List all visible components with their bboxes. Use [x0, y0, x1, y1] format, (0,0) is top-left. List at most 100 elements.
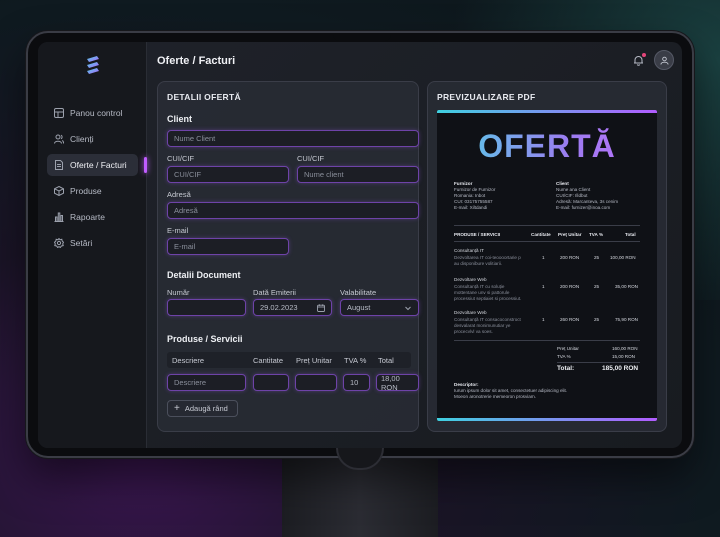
row-total: 75,90 RON: [615, 317, 638, 322]
row-desc: Consultanță IT cu soluție: [454, 284, 505, 289]
sidebar-item-settings[interactable]: Setări: [47, 232, 138, 254]
section-client: Client: [167, 114, 193, 124]
app-logo-icon: [87, 56, 99, 74]
pdf-column-header: PRODUSE / SERVICII: [454, 232, 501, 237]
cui-input[interactable]: CUI/CIF: [167, 166, 289, 183]
total-label: Total:: [557, 365, 575, 372]
sidebar: Panou control Clienți Oferte / Facturi P…: [38, 42, 147, 448]
panel-title: PREVIZUALIZARE PDF: [437, 92, 536, 102]
total-value: 185,00 RON: [602, 365, 639, 372]
camera-notch: [333, 33, 391, 41]
row-name: Dezvoltare Web: [454, 310, 487, 315]
row-qty: 1: [542, 284, 545, 289]
row-vat: 25: [594, 284, 600, 289]
supplier-line: E-mail: Xiltdandi: [454, 205, 488, 210]
column-header: Cantitate: [253, 356, 284, 365]
address-label: Adresă: [167, 190, 191, 199]
row-desc: Consultanță IT consacoconstroct: [454, 317, 521, 322]
row-price: 200 RON: [560, 255, 580, 260]
date-label: Dată Emiterii: [253, 288, 296, 297]
row-total-input[interactable]: 18,00 RON: [376, 374, 419, 392]
calendar-icon[interactable]: [317, 304, 325, 312]
description-block: Descriptor: Iurum ipsum dolor sit amet, …: [454, 382, 567, 400]
sidebar-item-label: Clienți: [70, 134, 94, 144]
sidebar-item-dashboard[interactable]: Panou control: [47, 102, 138, 124]
pdf-preview-panel: PREVIZUALIZARE PDF OFERTĂ Furnizor Furni…: [427, 81, 667, 432]
description-label: Descriptor:: [454, 382, 479, 387]
supplier-label: Furnizor: [454, 181, 473, 186]
pdf-column-header: TVA %: [589, 232, 604, 237]
pdf-document: OFERTĂ Furnizor Furnizor de Furnizor Rom…: [437, 110, 657, 421]
section-document: Detalii Document: [167, 270, 241, 280]
row-desc: au disponibure volitiarii.: [454, 261, 503, 266]
sidebar-item-clients[interactable]: Clienți: [47, 128, 138, 150]
bar-chart-icon: [54, 212, 64, 222]
row-qty: 1: [542, 317, 545, 322]
description-line: Iurum ipsum dolor sit amet, consectetuer…: [454, 388, 568, 393]
supplier-line: Romania: Inbot: [454, 193, 486, 198]
column-header: Preț Unitar: [296, 356, 332, 365]
client-name-input-2[interactable]: Nume client: [297, 166, 419, 183]
supplier-line: CUI: 03175755587: [454, 199, 493, 204]
row-desc: mottentane unv si pattorule: [454, 290, 510, 295]
pdf-bottom-accent: [437, 418, 657, 421]
column-header: Descriere: [172, 356, 205, 365]
sidebar-item-label: Setări: [70, 238, 93, 248]
summary-label: TVA %: [557, 354, 571, 359]
sidebar-item-label: Oferte / Facturi: [70, 160, 127, 170]
description-line: Moeon aronotrerie memeoron prosviam.: [454, 394, 536, 399]
users-icon: [54, 134, 64, 144]
date-value: 29.02.2023: [260, 303, 298, 312]
supplier-block: Furnizor Furnizor de Furnizor Romania: I…: [454, 181, 495, 211]
pdf-column-header: Preț Unitar: [558, 232, 582, 237]
summary-label: Preț Unitar: [557, 346, 579, 351]
row-description-input[interactable]: Descriere: [167, 374, 246, 391]
box-icon: [54, 186, 64, 196]
client-label: Client: [556, 181, 569, 186]
date-input[interactable]: 29.02.2023: [253, 299, 332, 316]
client-line: Nume ana Client: [556, 187, 591, 192]
client-name-input[interactable]: Nume Client: [167, 130, 419, 147]
validity-select[interactable]: August: [340, 299, 419, 316]
main-content: Oferte / Facturi DETALII OFERTĂ Client N…: [147, 42, 682, 448]
pdf-column-header: Total: [625, 232, 636, 237]
number-label: Număr: [167, 288, 190, 297]
document-icon: [54, 160, 64, 170]
row-quantity-input[interactable]: [253, 374, 289, 391]
sidebar-item-label: Produse: [70, 186, 102, 196]
section-products: Produse / Servicii: [167, 334, 243, 344]
supplier-line: Furnizor de Furnizor: [454, 187, 496, 192]
client-block: Client Nume ana Client CUI/CIF: Illdbut …: [556, 181, 618, 211]
sidebar-item-reports[interactable]: Rapoarte: [47, 206, 138, 228]
row-vat: 25: [594, 317, 600, 322]
validity-label: Valabilitate: [340, 288, 377, 297]
gear-icon: [54, 238, 64, 248]
notification-dot: [642, 53, 646, 57]
column-header: Total: [378, 356, 394, 365]
page-title: Oferte / Facturi: [157, 55, 236, 67]
sidebar-item-offers-invoices[interactable]: Oferte / Facturi: [47, 154, 147, 176]
plus-icon: +: [174, 403, 180, 414]
cui-label-2: CUI/CIF: [297, 154, 325, 163]
client-line: Adresă: Marcanteva, 3s cenim: [556, 199, 619, 204]
address-input[interactable]: Adresă: [167, 202, 419, 219]
pdf-column-header: Cantitate: [531, 232, 551, 237]
validity-value: August: [347, 303, 371, 312]
row-total: 35,00 RON: [615, 284, 638, 289]
panel-title: DETALII OFERTĂ: [167, 92, 241, 102]
pdf-top-accent: [437, 110, 657, 113]
chevron-down-icon: [404, 304, 412, 312]
avatar[interactable]: [654, 50, 674, 70]
row-name: Dezvoltare Web: [454, 277, 487, 282]
products-table-header: Descriere Cantitate Preț Unitar TVA % To…: [167, 352, 411, 368]
divider: [454, 241, 640, 242]
row-vat-input[interactable]: 10: [343, 374, 370, 391]
add-row-button[interactable]: + Adaugă rând: [167, 400, 238, 417]
grid-icon: [54, 108, 64, 118]
header: Oferte / Facturi: [147, 42, 682, 80]
number-input[interactable]: [167, 299, 246, 316]
row-name: Consultanță IT: [454, 248, 484, 253]
row-unit-price-input[interactable]: [295, 374, 337, 391]
sidebar-item-products[interactable]: Produse: [47, 180, 138, 202]
email-field[interactable]: E-mail: [167, 238, 289, 255]
